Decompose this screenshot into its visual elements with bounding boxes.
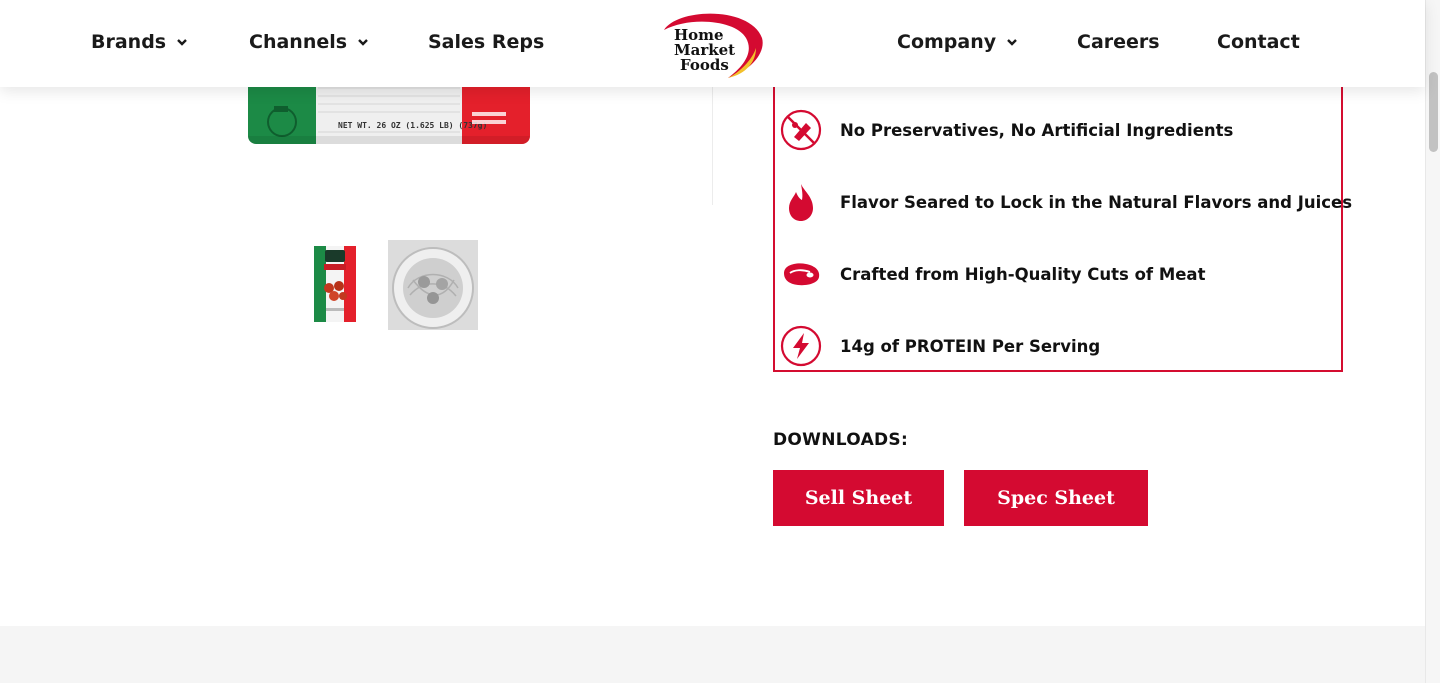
net-weight-text: NET WT. 26 OZ (1.625 LB) (737g)	[338, 121, 487, 130]
feature-item: No Preservatives, No Artificial Ingredie…	[779, 108, 1233, 152]
nav-channels-label: Channels	[249, 31, 348, 53]
nav-company-label: Company	[897, 31, 997, 53]
nav-careers[interactable]: Careers	[1077, 31, 1160, 53]
nav-brands[interactable]: Brands	[91, 31, 188, 53]
feature-label: 14g of PROTEIN Per Serving	[840, 336, 1101, 356]
thumbnail-product-bag[interactable]	[312, 244, 358, 324]
meatballs-pasta-thumbnail-graphic	[388, 240, 478, 330]
feature-item: Flavor Seared to Lock in the Natural Fla…	[779, 180, 1352, 224]
nav-channels[interactable]: Channels	[249, 31, 369, 53]
nav-sales-reps-label: Sales Reps	[428, 31, 545, 53]
spec-sheet-button[interactable]: Spec Sheet	[964, 470, 1148, 526]
chevron-down-icon	[1007, 39, 1017, 46]
logo-graphic: Home Market Foods	[664, 13, 763, 78]
chevron-down-icon	[358, 39, 368, 46]
no-preservatives-icon	[779, 108, 823, 152]
nav-contact[interactable]: Contact	[1217, 31, 1300, 53]
product-features-box: No Preservatives, No Artificial Ingredie…	[773, 60, 1352, 372]
page-scrollbar[interactable]	[1425, 0, 1440, 683]
nav-company[interactable]: Company	[897, 31, 1018, 53]
steak-icon	[779, 252, 823, 296]
feature-label: Flavor Seared to Lock in the Natural Fla…	[840, 192, 1353, 212]
gallery-divider	[712, 87, 713, 205]
product-bag-thumbnail-graphic	[314, 246, 356, 322]
downloads-heading: DOWNLOADS:	[773, 430, 909, 450]
lightning-icon	[779, 324, 823, 368]
scrollbar-thumb[interactable]	[1429, 72, 1438, 152]
chevron-down-icon	[177, 39, 187, 46]
feature-item: 14g of PROTEIN Per Serving	[779, 324, 1100, 368]
feature-label: No Preservatives, No Artificial Ingredie…	[840, 120, 1234, 140]
svg-text:Foods: Foods	[680, 56, 729, 74]
flame-icon	[779, 180, 823, 224]
nav-careers-label: Careers	[1077, 31, 1160, 53]
home-market-foods-logo[interactable]: Home Market Foods	[660, 8, 766, 80]
feature-label: Crafted from High-Quality Cuts of Meat	[840, 264, 1206, 284]
sell-sheet-button[interactable]: Sell Sheet	[773, 470, 944, 526]
footer-section	[0, 626, 1425, 683]
site-header: Brands Channels Sales Reps Home Market F…	[0, 0, 1425, 87]
nav-contact-label: Contact	[1217, 31, 1300, 53]
nav-sales-reps[interactable]: Sales Reps	[428, 31, 544, 53]
feature-item: Crafted from High-Quality Cuts of Meat	[779, 252, 1205, 296]
thumbnail-serving-image[interactable]	[388, 240, 478, 330]
nav-brands-label: Brands	[91, 31, 167, 53]
